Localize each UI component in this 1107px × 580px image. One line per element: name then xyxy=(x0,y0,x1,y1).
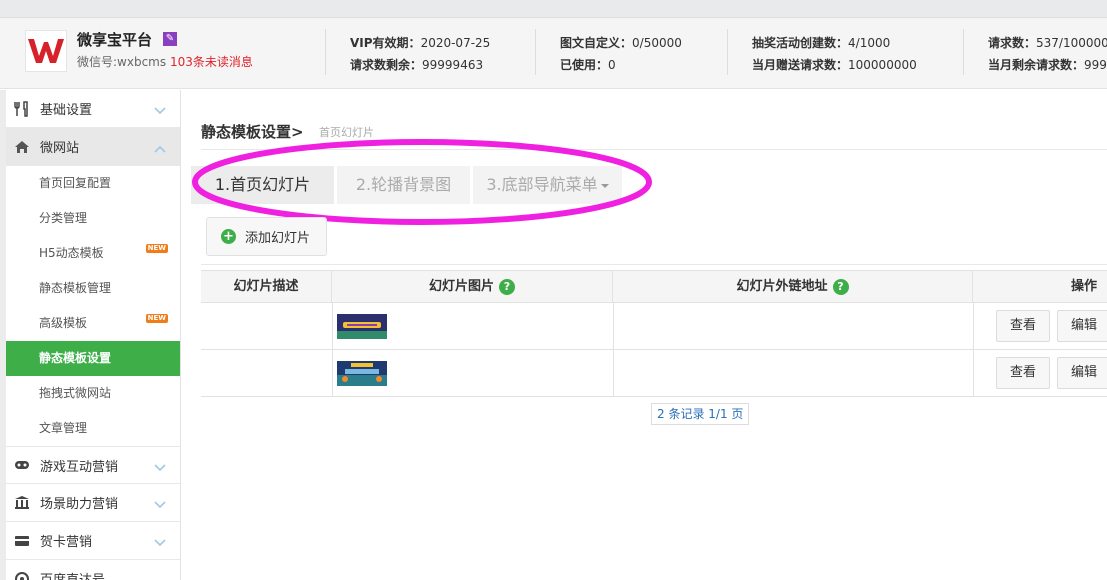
table-row: 查看 编辑 xyxy=(201,350,1107,397)
plus-icon: + xyxy=(221,229,236,244)
sidebar-subitem-advanced-template[interactable]: 高级模板 NEW xyxy=(6,306,180,341)
brand-logo xyxy=(25,30,67,72)
slide-thumbnail-image[interactable] xyxy=(337,361,387,386)
col-header-label: 幻灯片外链地址 xyxy=(736,279,828,294)
col-header-link: 幻灯片外链地址? xyxy=(613,270,973,303)
compass-icon xyxy=(14,571,30,580)
main-content: 静态模板设置> 首页幻灯片 1.首页幻灯片 2.轮播背景图 3.底部导航菜单 +… xyxy=(182,90,1107,580)
gamepad-icon xyxy=(14,459,30,471)
cell-divider xyxy=(973,350,974,397)
sidebar-item-label: 贺卡营销 xyxy=(40,535,93,550)
sidebar-subitem-label: H5动态模板 xyxy=(39,246,104,260)
chevron-up-icon xyxy=(154,142,166,157)
add-slide-button[interactable]: + 添加幻灯片 xyxy=(206,217,327,256)
cell-divider xyxy=(332,350,333,397)
sidebar-subitem-home-reply[interactable]: 首页回复配置 xyxy=(6,166,180,201)
sidebar-item-label: 百度直达号 xyxy=(40,569,105,580)
pagination-info: 2 条记录 1/1 页 xyxy=(651,403,750,425)
divider xyxy=(727,29,728,75)
divider xyxy=(535,29,536,75)
sidebar-item-card-marketing[interactable]: 贺卡营销 xyxy=(6,522,180,560)
sidebar-item-game-marketing[interactable]: 游戏互动营销 xyxy=(6,446,180,484)
home-icon xyxy=(14,140,30,154)
help-icon[interactable]: ? xyxy=(832,278,849,295)
col-header-description: 幻灯片描述 xyxy=(201,270,332,303)
new-badge: NEW xyxy=(145,244,168,253)
sidebar-subitem-drag-site[interactable]: 拖拽式微网站 xyxy=(6,376,180,411)
bank-icon xyxy=(14,495,30,510)
remaining-requests: 请求数剩余：99999463 xyxy=(350,58,484,72)
sidebar-item-micro-site[interactable]: 微网站 xyxy=(6,128,180,166)
cell-divider xyxy=(613,303,614,350)
col-header-label: 幻灯片图片 xyxy=(428,279,494,294)
divider xyxy=(201,264,1107,265)
chevron-down-icon xyxy=(154,536,166,551)
browser-top-strip xyxy=(0,0,1107,18)
chevron-down-icon xyxy=(154,498,166,513)
sidebar-item-label: 基础设置 xyxy=(40,103,93,118)
request-count: 请求数：537/1000000 xyxy=(988,36,1107,50)
wechat-id: 微信号:wxbcms xyxy=(77,55,167,69)
edit-icon[interactable]: ✎ xyxy=(163,32,177,46)
sidebar-subitem-static-template-settings[interactable]: 静态模板设置 xyxy=(6,341,180,376)
sidebar-item-basic-settings[interactable]: 基础设置 xyxy=(6,90,180,128)
divider xyxy=(325,29,326,75)
col-header-image: 幻灯片图片? xyxy=(332,270,613,303)
cell-divider xyxy=(332,303,333,350)
new-badge: NEW xyxy=(145,314,168,323)
sidebar: 基础设置 微网站 首页回复配置 分类管理 H5动态模板 NEW 静态模板管理 高… xyxy=(0,90,181,580)
cell-divider xyxy=(973,303,974,350)
table-row: 查看 编辑 xyxy=(201,303,1107,350)
cell-divider xyxy=(613,350,614,397)
sidebar-item-scene-marketing[interactable]: 场景助力营销 xyxy=(6,484,180,522)
col-header-actions: 操作 xyxy=(973,270,1107,303)
sidebar-item-label: 微网站 xyxy=(40,141,80,156)
header: 微享宝平台 ✎ 微信号:wxbcms 103条未读消息 VIP有效期：2020-… xyxy=(0,18,1107,89)
sidebar-subitem-static-template-manage[interactable]: 静态模板管理 xyxy=(6,271,180,306)
sidebar-item-label: 游戏互动营销 xyxy=(40,459,119,475)
view-button[interactable]: 查看 xyxy=(996,310,1050,342)
edit-button[interactable]: 编辑 xyxy=(1057,357,1107,389)
chevron-down-icon xyxy=(154,104,166,119)
sidebar-subitem-category[interactable]: 分类管理 xyxy=(6,201,180,236)
chevron-down-icon xyxy=(154,461,166,476)
slide-thumbnail-image[interactable] xyxy=(337,314,387,339)
custom-article-count: 图文自定义：0/50000 xyxy=(560,36,682,50)
view-button[interactable]: 查看 xyxy=(996,357,1050,389)
sidebar-subitem-h5-template[interactable]: H5动态模板 NEW xyxy=(6,236,180,271)
sidebar-item-label: 场景助力营销 xyxy=(40,497,119,512)
wrench-icon xyxy=(14,100,30,117)
vip-expiry: VIP有效期：2020-07-25 xyxy=(350,36,491,50)
used-count: 已使用：0 xyxy=(560,58,616,72)
card-icon xyxy=(14,535,30,547)
brand-name: 微享宝平台 xyxy=(77,31,153,49)
unread-messages-link[interactable]: 103条未读消息 xyxy=(170,53,253,70)
monthly-remaining-requests: 当月剩余请求数：9999 xyxy=(988,58,1107,72)
monthly-gift-requests: 当月赠送请求数：100000000 xyxy=(752,58,917,72)
lottery-count: 抽奖活动创建数：4/1000 xyxy=(752,36,891,50)
add-slide-label: 添加幻灯片 xyxy=(245,231,311,246)
edit-button[interactable]: 编辑 xyxy=(1057,310,1107,342)
sidebar-subitem-articles[interactable]: 文章管理 xyxy=(6,411,180,446)
sidebar-item-baidu-direct[interactable]: 百度直达号 xyxy=(6,560,180,580)
divider xyxy=(963,29,964,75)
help-icon[interactable]: ? xyxy=(499,278,515,295)
sidebar-subitem-label: 高级模板 xyxy=(39,316,88,330)
